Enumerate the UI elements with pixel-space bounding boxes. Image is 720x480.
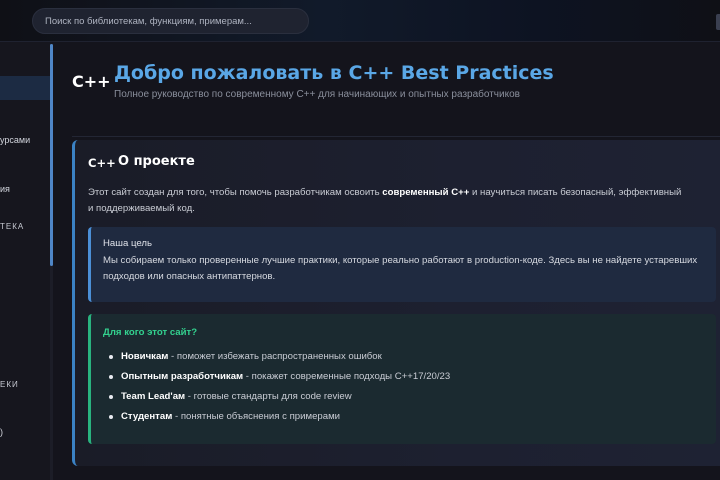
sidebar-scrollbar-thumb[interactable] bbox=[50, 44, 53, 266]
sidebar bbox=[0, 42, 52, 480]
sidebar-item-active[interactable] bbox=[0, 76, 50, 100]
list-item: Team Lead'ам - готовые стандарты для cod… bbox=[107, 390, 450, 410]
list-item: Студентам - понятные объяснения с пример… bbox=[107, 410, 450, 430]
audience-callout: Для кого этот сайт? Новичкам - поможет и… bbox=[88, 314, 716, 444]
sidebar-section-label: ТЕКА bbox=[0, 222, 25, 231]
sidebar-item-label[interactable]: ия bbox=[0, 184, 10, 194]
audience-title: Для кого этот сайт? bbox=[103, 327, 198, 338]
about-intro: Этот сайт создан для того, чтобы помочь … bbox=[88, 187, 682, 214]
sidebar-item-label[interactable]: урсами bbox=[0, 135, 30, 145]
divider bbox=[72, 136, 720, 137]
cpp-icon: C++ bbox=[88, 156, 116, 170]
sidebar-section-label: ЕКИ bbox=[0, 380, 19, 389]
page-title: Добро пожаловать в C++ Best Practices bbox=[114, 62, 554, 84]
audience-list: Новичкам - поможет избежать распростране… bbox=[107, 350, 450, 430]
page-subtitle: Полное руководство по современному C++ д… bbox=[114, 89, 520, 100]
list-item: Новичкам - поможет избежать распростране… bbox=[107, 350, 450, 370]
goal-title: Наша цель bbox=[103, 238, 152, 249]
menu-button-edge[interactable] bbox=[716, 14, 720, 30]
list-item: Опытным разработчикам - покажет современ… bbox=[107, 370, 450, 390]
goal-callout: Наша цель Мы собираем только проверенные… bbox=[88, 227, 716, 302]
about-title: О проекте bbox=[118, 154, 195, 169]
goal-text: Мы собираем только проверенные лучшие пр… bbox=[103, 255, 698, 282]
search-input[interactable] bbox=[32, 8, 309, 34]
cpp-logo-icon: C++ bbox=[72, 72, 111, 91]
intro-highlight: современный C++ bbox=[382, 187, 470, 198]
sidebar-item-label[interactable]: ) bbox=[0, 427, 3, 437]
top-bar bbox=[0, 0, 720, 42]
